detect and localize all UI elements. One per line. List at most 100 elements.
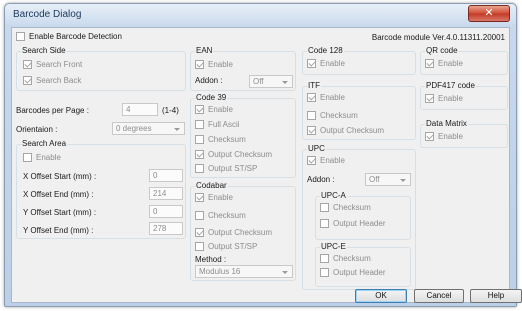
x-offset-end-label: X Offset End (mm) :: [23, 190, 94, 199]
upca-output-header-checkbox[interactable]: Output Header: [320, 219, 385, 228]
code39-checksum-label: Checksum: [208, 135, 246, 144]
code128-title: Code 128: [307, 46, 344, 56]
checkbox-box: [195, 228, 204, 237]
barcode-dialog-window: Barcode Dialog ✕ Enable Barcode Detectio…: [4, 3, 522, 307]
search-side-title: Search Side: [21, 46, 67, 56]
x-offset-start-field[interactable]: 0: [149, 169, 183, 182]
upce-title: UPC-E: [320, 242, 347, 252]
cancel-button[interactable]: Cancel: [414, 289, 464, 303]
code39-enable-label: Enable: [208, 105, 233, 114]
itf-output-checksum-checkbox[interactable]: Output Checksum: [307, 126, 384, 135]
codabar-group: Codabar Enable Checksum Output Checksum …: [190, 181, 296, 281]
y-offset-start-field[interactable]: 0: [149, 205, 183, 218]
upc-title: UPC: [307, 144, 326, 154]
upca-checksum-label: Checksum: [333, 203, 371, 212]
qr-group: QR code Enable: [420, 46, 508, 75]
code39-checksum-checkbox[interactable]: Checksum: [195, 135, 246, 144]
upc-group: UPC Enable Addon : Off UPC-A Checksum Ou…: [302, 144, 416, 290]
title-bar[interactable]: Barcode Dialog ✕: [5, 4, 516, 25]
upce-checksum-label: Checksum: [333, 254, 371, 263]
checkbox-box: [195, 242, 204, 251]
itf-title: ITF: [307, 81, 321, 91]
search-front-label: Search Front: [36, 60, 83, 69]
upca-group: UPC-A Checksum Output Header: [315, 191, 411, 240]
code128-enable-checkbox[interactable]: Enable: [307, 59, 345, 68]
checkbox-box: [195, 105, 204, 114]
upca-title: UPC-A: [320, 191, 347, 201]
upce-checksum-checkbox[interactable]: Checksum: [320, 254, 371, 263]
itf-enable-label: Enable: [320, 93, 345, 102]
y-offset-end-label: Y Offset End (mm) :: [23, 226, 94, 235]
itf-checksum-label: Checksum: [320, 111, 358, 120]
code39-title: Code 39: [195, 93, 228, 103]
orientation-label: Orientaion :: [16, 125, 58, 134]
code39-output-st-sp-checkbox[interactable]: Output ST/SP: [195, 164, 257, 173]
datamatrix-enable-checkbox[interactable]: Enable: [425, 132, 463, 141]
checkbox-box: [307, 59, 316, 68]
upc-enable-checkbox[interactable]: Enable: [307, 156, 345, 165]
codabar-checksum-checkbox[interactable]: Checksum: [195, 211, 246, 220]
checkbox-box: [307, 156, 316, 165]
code39-full-ascii-label: Full Ascii: [208, 120, 240, 129]
qr-title: QR code: [425, 46, 459, 56]
upce-output-header-checkbox[interactable]: Output Header: [320, 268, 385, 277]
qr-enable-checkbox[interactable]: Enable: [425, 59, 463, 68]
upc-addon-value: Off: [369, 175, 380, 184]
checkbox-box: [23, 153, 32, 162]
code39-output-checksum-checkbox[interactable]: Output Checksum: [195, 150, 272, 159]
codabar-method-select[interactable]: Modulus 16: [195, 265, 293, 278]
codabar-output-checksum-checkbox[interactable]: Output Checksum: [195, 228, 272, 237]
ok-button[interactable]: OK: [355, 289, 407, 303]
datamatrix-title: Data Matrix: [425, 119, 468, 129]
search-back-checkbox[interactable]: Search Back: [23, 76, 81, 85]
itf-enable-checkbox[interactable]: Enable: [307, 93, 345, 102]
checkbox-box: [307, 111, 316, 120]
ean-addon-select[interactable]: Off: [249, 75, 293, 88]
chevron-down-icon: [174, 128, 180, 131]
codabar-output-checksum-label: Output Checksum: [208, 228, 273, 237]
orientation-select[interactable]: 0 degrees: [112, 122, 185, 135]
codabar-checksum-label: Checksum: [208, 211, 246, 220]
checkbox-box: [425, 94, 434, 103]
help-button[interactable]: Help: [470, 289, 522, 303]
pdf417-enable-checkbox[interactable]: Enable: [425, 94, 463, 103]
window-title: Barcode Dialog: [13, 9, 82, 20]
close-button[interactable]: ✕: [468, 5, 510, 22]
codabar-title: Codabar: [195, 181, 228, 191]
ean-addon-label: Addon :: [195, 76, 223, 85]
codabar-output-st-sp-label: Output ST/SP: [208, 242, 258, 251]
codabar-output-st-sp-checkbox[interactable]: Output ST/SP: [195, 242, 257, 251]
x-offset-end-field[interactable]: 214: [149, 187, 183, 200]
code39-full-ascii-checkbox[interactable]: Full Ascii: [195, 120, 240, 129]
barcodes-per-page-field[interactable]: 4: [122, 103, 158, 116]
upce-group: UPC-E Checksum Output Header: [315, 242, 411, 287]
code39-output-checksum-label: Output Checksum: [208, 150, 273, 159]
checkbox-box: [16, 32, 25, 41]
search-front-checkbox[interactable]: Search Front: [23, 60, 82, 69]
upc-addon-label: Addon :: [307, 175, 335, 184]
enable-barcode-detection-checkbox[interactable]: Enable Barcode Detection: [16, 32, 122, 41]
upca-checksum-checkbox[interactable]: Checksum: [320, 203, 371, 212]
enable-barcode-detection-label: Enable Barcode Detection: [29, 32, 122, 41]
code39-enable-checkbox[interactable]: Enable: [195, 105, 233, 114]
upc-addon-select[interactable]: Off: [365, 173, 411, 186]
x-offset-start-label: X Offset Start (mm) :: [23, 172, 97, 181]
checkbox-box: [425, 132, 434, 141]
ean-title: EAN: [195, 46, 214, 56]
dialog-client-area: Enable Barcode Detection Barcode module …: [11, 27, 522, 303]
search-area-enable-checkbox[interactable]: Enable: [23, 153, 61, 162]
code39-output-st-sp-label: Output ST/SP: [208, 164, 258, 173]
code128-group: Code 128 Enable: [302, 46, 416, 75]
checkbox-box: [307, 126, 316, 135]
checkbox-box: [425, 59, 434, 68]
code128-enable-label: Enable: [320, 59, 345, 68]
ean-enable-checkbox[interactable]: Enable: [195, 60, 233, 69]
itf-checksum-checkbox[interactable]: Checksum: [307, 111, 358, 120]
codabar-enable-checkbox[interactable]: Enable: [195, 193, 233, 202]
y-offset-end-field[interactable]: 278: [149, 222, 183, 235]
checkbox-box: [195, 120, 204, 129]
chevron-down-icon: [282, 271, 288, 274]
checkbox-box: [23, 60, 32, 69]
pdf417-title: PDF417 code: [425, 81, 476, 91]
search-side-group: Search Side Search Front Search Back: [16, 46, 186, 91]
